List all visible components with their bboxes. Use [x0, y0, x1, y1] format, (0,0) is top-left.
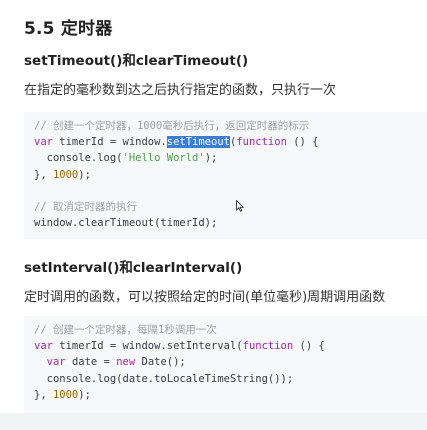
- code-text: },: [34, 168, 53, 181]
- code-comment: // 取消定时器的执行: [34, 200, 137, 213]
- code-text: );: [204, 152, 218, 165]
- code-text: console.log(date.toLocaleTimeString());: [34, 372, 294, 385]
- code-keyword: var: [46, 356, 66, 369]
- settimeout-code-block: // 创建一个定时器，1000毫秒后执行，返回定时器的标示 var timerI…: [24, 112, 427, 239]
- code-line: // 创建一个定时器，每隔1秒调用一次: [34, 322, 427, 338]
- code-text: () {: [293, 340, 325, 353]
- code-keyword: var: [34, 136, 53, 149]
- selected-text[interactable]: setTimeout: [166, 136, 230, 149]
- code-line: // 取消定时器的执行: [34, 199, 427, 215]
- code-keyword: function: [242, 340, 294, 353]
- setinterval-code-block: // 创建一个定时器，每隔1秒调用一次 var timerId = window…: [24, 316, 427, 413]
- code-number: 1000: [52, 168, 79, 181]
- code-keyword: new: [116, 356, 136, 369]
- code-keyword: function: [236, 136, 287, 149]
- code-line: var timerId = window.setInterval(functio…: [34, 338, 427, 354]
- code-comment: // 创建一个定时器，1000毫秒后执行，返回定时器的标示: [34, 120, 310, 132]
- code-text: );: [78, 388, 91, 401]
- code-comment: // 创建一个定时器，每隔1秒调用一次: [34, 324, 217, 336]
- setinterval-heading: setInterval()和clearInterval(): [24, 260, 243, 276]
- code-text: timerId = window.setInterval(: [52, 340, 243, 353]
- code-text: date =: [65, 356, 117, 369]
- code-text: console.log(: [34, 152, 123, 165]
- code-text: },: [34, 388, 53, 401]
- code-text: window.clearTimeout(timerId);: [34, 217, 218, 230]
- code-text: );: [78, 168, 91, 181]
- code-line: console.log('Hello World');: [34, 150, 427, 166]
- code-string: 'Hello World': [122, 152, 205, 165]
- section-title: 5.5 定时器: [24, 19, 113, 39]
- code-line: }, 1000);: [34, 387, 427, 403]
- settimeout-description: 在指定的毫秒数到达之后执行指定的函数，只执行一次: [24, 83, 337, 98]
- code-text: Date();: [135, 356, 186, 369]
- code-line: }, 1000);: [34, 167, 427, 183]
- mouse-cursor-icon: [236, 200, 244, 212]
- code-text: () {: [286, 136, 319, 149]
- code-line: var timerId = window.setTimeout(function…: [34, 134, 427, 150]
- code-text: timerId = window.: [52, 136, 167, 149]
- code-line: var date = new Date();: [34, 354, 427, 370]
- code-number: 1000: [52, 388, 79, 401]
- code-keyword: var: [34, 340, 53, 353]
- setinterval-description: 定时调用的函数，可以按照给定的时间(单位毫秒)周期调用函数: [24, 290, 386, 305]
- code-line: window.clearTimeout(timerId);: [34, 215, 427, 231]
- settimeout-heading: setTimeout()和clearTimeout(): [24, 53, 249, 69]
- code-line: console.log(date.toLocaleTimeString());: [34, 371, 427, 387]
- code-line: // 创建一个定时器，1000毫秒后执行，返回定时器的标示: [34, 118, 427, 134]
- bottom-bar: [0, 413, 427, 430]
